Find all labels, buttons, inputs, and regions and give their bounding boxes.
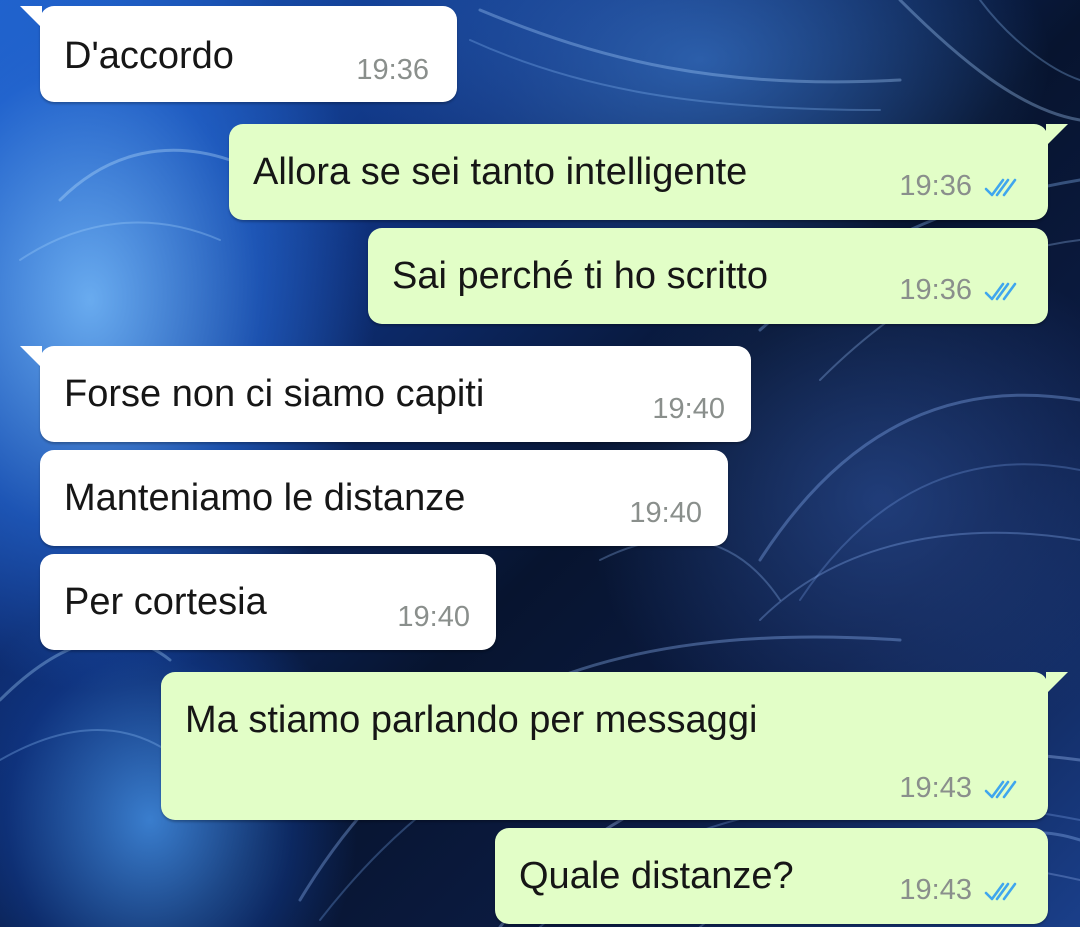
message-incoming[interactable]: D'accordo 19:36 <box>20 6 457 102</box>
read-double-check-icon <box>984 780 1017 799</box>
bubble-tail <box>1046 672 1068 694</box>
message-timestamp: 19:40 <box>629 497 702 529</box>
message-text: Quale distanze? <box>519 855 794 897</box>
message-timestamp: 19:40 <box>397 601 470 633</box>
read-double-check-icon <box>984 282 1017 301</box>
message-timestamp: 19:36 <box>356 54 429 86</box>
message-outgoing[interactable]: Allora se sei tanto intelligente 19:36 <box>229 124 1068 220</box>
message-incoming[interactable]: Manteniamo le distanze 19:40 <box>40 450 728 546</box>
bubble-tail <box>1046 124 1068 146</box>
message-text: D'accordo <box>64 35 234 77</box>
bubble-tail <box>20 346 42 368</box>
message-text: Allora se sei tanto intelligente <box>253 151 748 193</box>
message-outgoing[interactable]: Sai perché ti ho scritto 19:36 <box>368 228 1048 324</box>
message-timestamp: 19:43 <box>899 874 972 906</box>
bubble-tail <box>20 6 42 28</box>
message-text: Per cortesia <box>64 581 267 623</box>
message-outgoing[interactable]: Ma stiamo parlando per messaggi 19:43 <box>161 672 1068 820</box>
message-text: Manteniamo le distanze <box>64 477 466 519</box>
message-text: Ma stiamo parlando per messaggi <box>185 699 758 741</box>
read-double-check-icon <box>984 882 1017 901</box>
message-outgoing[interactable]: Quale distanze? 19:43 <box>495 828 1048 924</box>
chat-message-list[interactable]: D'accordo 19:36 Allora se sei tanto inte… <box>0 0 1080 927</box>
read-double-check-icon <box>984 178 1017 197</box>
message-timestamp: 19:36 <box>899 274 972 306</box>
message-incoming[interactable]: Forse non ci siamo capiti 19:40 <box>20 346 751 442</box>
message-incoming[interactable]: Per cortesia 19:40 <box>40 554 496 650</box>
message-text: Sai perché ti ho scritto <box>392 255 768 297</box>
message-timestamp: 19:36 <box>899 170 972 202</box>
message-text: Forse non ci siamo capiti <box>64 373 485 415</box>
message-timestamp: 19:43 <box>899 772 972 804</box>
message-timestamp: 19:40 <box>652 393 725 425</box>
